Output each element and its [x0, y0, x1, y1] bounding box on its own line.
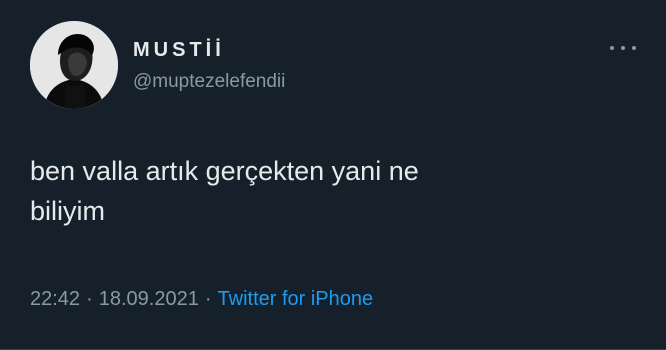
- separator: ·: [204, 288, 212, 310]
- more-options-button[interactable]: [610, 38, 636, 58]
- tweet-card: MUSTİİ @muptezelefendii ben valla artık …: [0, 0, 666, 350]
- tweet-meta: 22:42 · 18.09.2021 · Twitter for iPhone: [30, 286, 373, 312]
- tweet-text: ben valla artık gerçekten yani ne biliyi…: [30, 156, 419, 226]
- user-handle[interactable]: @muptezelefendii: [133, 70, 285, 94]
- tweet-source-link[interactable]: Twitter for iPhone: [218, 288, 374, 310]
- avatar[interactable]: [30, 21, 118, 109]
- separator: ·: [86, 288, 93, 310]
- tweet-date[interactable]: 18.09.2021: [99, 288, 199, 310]
- more-horizontal-icon-dot: [621, 46, 625, 50]
- tweet-time[interactable]: 22:42: [30, 288, 80, 310]
- more-horizontal-icon: [610, 46, 614, 50]
- more-horizontal-icon-dot: [632, 46, 636, 50]
- display-name[interactable]: MUSTİİ: [133, 38, 225, 62]
- profile-photo-icon: [30, 21, 118, 109]
